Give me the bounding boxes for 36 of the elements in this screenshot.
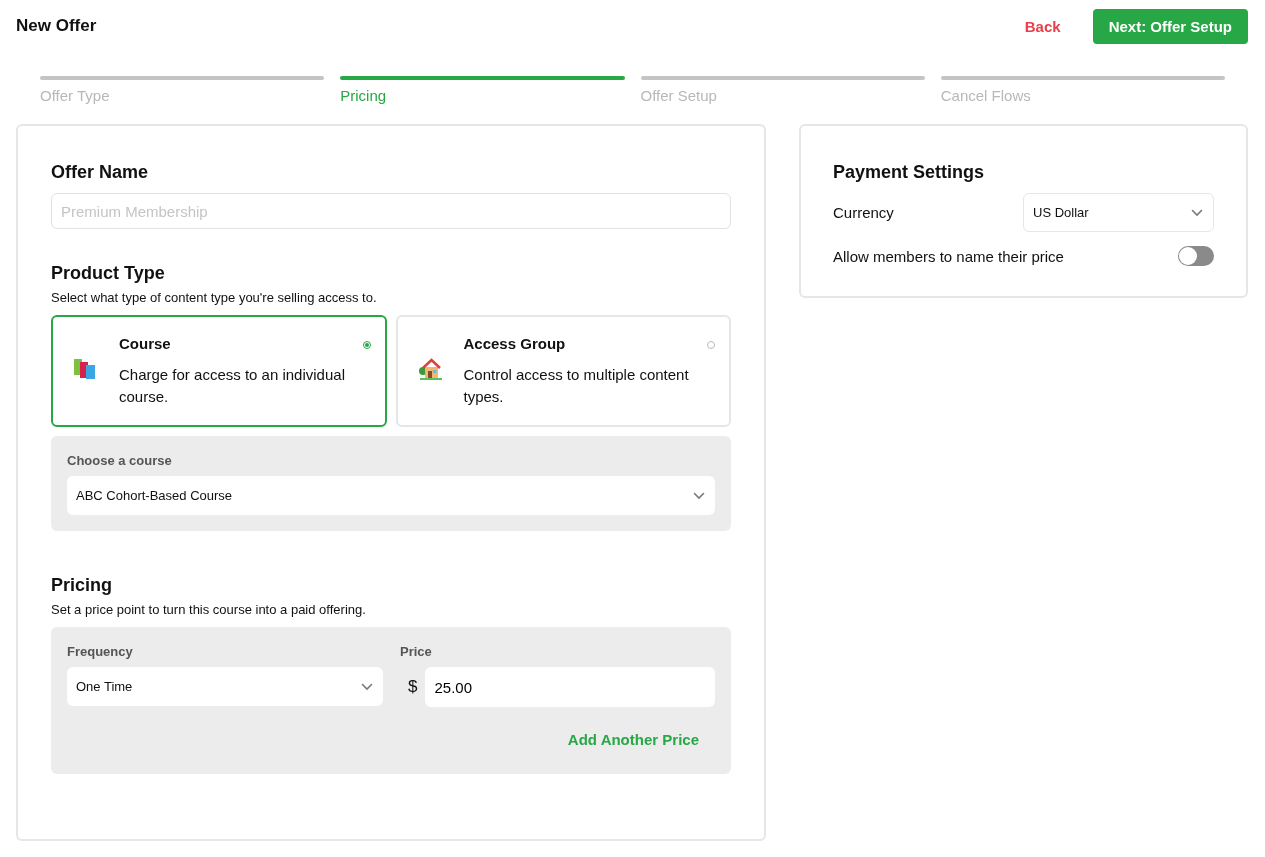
product-type-option[interactable]: Course Charge for access to an individual course. xyxy=(51,315,387,427)
house-icon xyxy=(417,357,444,381)
next-button[interactable]: Next: Offer Setup xyxy=(1092,8,1248,44)
field-label: Allow members to name their price xyxy=(833,247,1064,265)
step-tab[interactable]: Offer Setup xyxy=(640,80,717,104)
add-price-link[interactable]: Add Another Price xyxy=(567,731,699,748)
currency-symbol: $ xyxy=(407,677,418,697)
step-tab[interactable]: Offer Type xyxy=(40,80,110,104)
step-tab[interactable]: Cancel Flows xyxy=(940,80,1031,104)
field-label: Currency xyxy=(833,204,894,221)
section-heading: Payment Settings xyxy=(833,162,986,183)
field-label: Price xyxy=(400,644,433,659)
field-label: Frequency xyxy=(67,644,134,659)
offer-name-field[interactable]: Premium Membership xyxy=(51,193,731,229)
option-title: Access Group xyxy=(463,335,567,352)
product-type-option[interactable]: Access Group Control access to multiple content types. xyxy=(395,315,731,427)
course-select[interactable]: ABC Cohort-Based Course xyxy=(67,476,715,515)
option-title: Course xyxy=(119,335,172,352)
currency-select[interactable]: US Dollar xyxy=(1023,193,1214,232)
step-tab[interactable]: Pricing xyxy=(340,80,387,104)
option-description: Charge for access to an individual course. xyxy=(119,365,346,407)
section-description: Select what type of content type you're selling access to. xyxy=(51,290,378,305)
section-heading: Product Type xyxy=(51,263,166,284)
section-heading: Offer Name xyxy=(51,162,150,183)
toggle-switch[interactable] xyxy=(1178,246,1214,266)
field-label: Choose a course xyxy=(67,453,173,468)
section-heading: Pricing xyxy=(51,575,113,596)
chevron-down-icon xyxy=(693,491,705,500)
chevron-down-icon xyxy=(1191,208,1203,217)
back-button[interactable]: Back xyxy=(1010,9,1075,43)
chevron-down-icon xyxy=(361,682,373,691)
price-field[interactable]: 25.00 xyxy=(425,667,715,707)
page-title: New Offer xyxy=(16,16,97,36)
section-description: Set a price point to turn this course into a paid offering. xyxy=(51,602,367,617)
frequency-select[interactable]: One Time xyxy=(67,667,383,706)
option-description: Control access to multiple content types. xyxy=(463,365,690,407)
